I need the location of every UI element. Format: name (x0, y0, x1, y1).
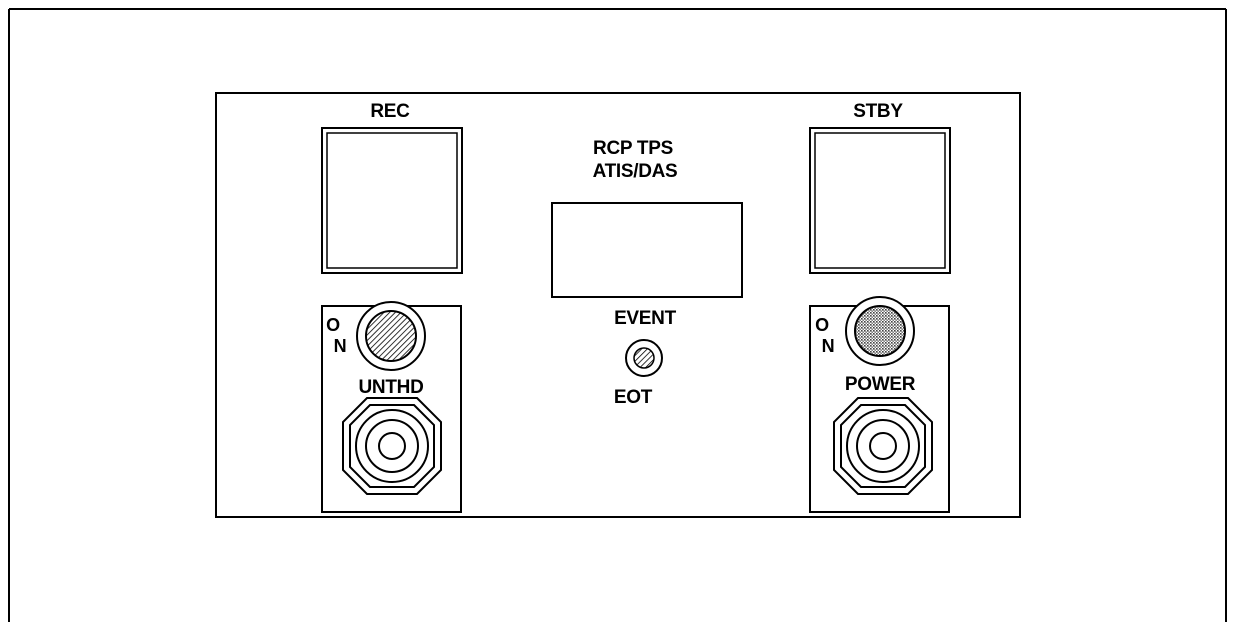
control-panel-figure: REC STBY RCP TPS ATIS/DAS EVENT EOT O N … (8, 8, 1227, 622)
left-on-label-n: N (334, 336, 347, 356)
rec-indicator (321, 127, 463, 274)
left-on-label-o: O (326, 315, 340, 335)
stby-label: STBY (853, 101, 903, 122)
unthd-label: UNTHD (359, 377, 424, 398)
display-title-line2: ATIS/DAS (593, 161, 678, 182)
rec-label: REC (370, 101, 410, 122)
right-on-label-n: N (822, 336, 835, 356)
event-label: EVENT (614, 308, 677, 329)
eot-label: EOT (614, 387, 653, 408)
power-label: POWER (845, 374, 916, 395)
unthd-connector (342, 397, 442, 495)
unthd-indicator-light (356, 301, 426, 371)
display-title-line1: RCP TPS (593, 138, 673, 159)
power-connector (833, 397, 933, 495)
power-indicator-light (845, 296, 915, 366)
event-indicator-light (625, 339, 663, 377)
right-on-label-o: O (815, 315, 829, 335)
display-window (551, 202, 743, 298)
stby-indicator (809, 127, 951, 274)
